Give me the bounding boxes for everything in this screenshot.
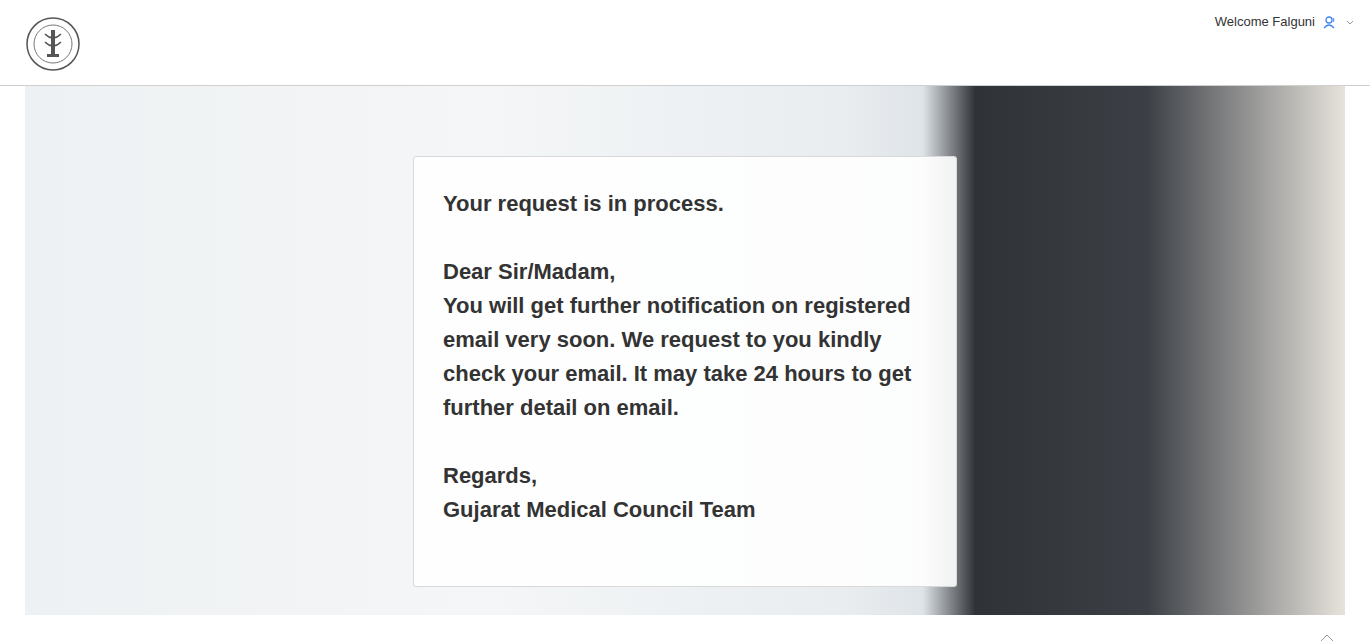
message-card: Your request is in process. Dear Sir/Mad… <box>413 156 957 587</box>
top-header: Welcome Falguni <box>0 0 1370 86</box>
council-logo-icon[interactable] <box>25 16 81 72</box>
welcome-text: Welcome Falguni <box>1215 12 1315 32</box>
message-signature: Gujarat Medical Council Team <box>443 493 936 527</box>
message-body: You will get further notification on reg… <box>443 289 936 425</box>
scroll-top-icon[interactable] <box>1320 634 1334 642</box>
user-menu[interactable]: Welcome Falguni <box>1215 12 1355 32</box>
message-greeting: Dear Sir/Madam, <box>443 255 936 289</box>
message-closing: Regards, <box>443 459 936 493</box>
footer <box>0 615 1370 644</box>
user-icon <box>1323 15 1337 29</box>
message-title: Your request is in process. <box>443 187 936 221</box>
hero-photo: Your request is in process. Dear Sir/Mad… <box>25 86 1345 615</box>
chevron-down-icon <box>1345 17 1355 27</box>
